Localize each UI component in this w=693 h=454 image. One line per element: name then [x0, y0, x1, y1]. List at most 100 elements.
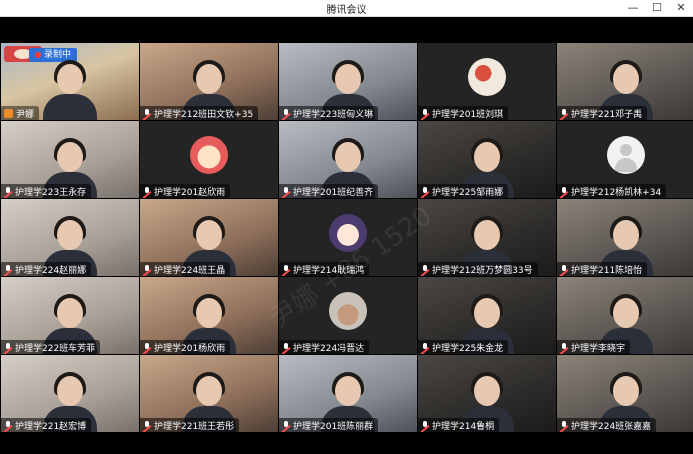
participant-name: 护理学214耿瑞鸿	[293, 265, 365, 276]
name-plate: 护理学212杨凯林+34	[557, 184, 667, 198]
mic-muted-icon	[421, 420, 429, 430]
mic-muted-icon	[282, 186, 290, 196]
participant-tile[interactable]: 护理学223王永存	[1, 121, 139, 198]
name-plate: 护理学201赵欣雨	[140, 184, 231, 198]
participant-name: 护理学225朱金龙	[432, 343, 504, 354]
participant-tile[interactable]: 护理学223班匈义琳	[279, 43, 417, 120]
name-plate: 护理学221班王若彤	[140, 418, 240, 432]
host-icon	[4, 108, 13, 118]
participant-name: 护理学李晓宇	[571, 343, 626, 354]
participant-name: 护理学201赵欣雨	[154, 187, 226, 198]
name-plate: 护理学224班王晶	[140, 262, 231, 276]
participant-name: 护理学201杨欣雨	[154, 343, 226, 354]
mic-muted-icon	[421, 186, 429, 196]
participant-tile[interactable]: 护理学201班刘琪	[418, 43, 556, 120]
participant-name: 护理学201班纪善齐	[293, 187, 374, 198]
name-plate: 护理学212班万梦圆33号	[418, 262, 538, 276]
participant-name: 护理学222班车芳菲	[15, 343, 96, 354]
name-plate: 护理学211陈培怡	[557, 262, 648, 276]
participant-name: 护理学223班匈义琳	[293, 109, 374, 120]
minimize-button[interactable]: —	[625, 1, 641, 15]
close-button[interactable]: ✕	[673, 1, 689, 15]
mic-muted-icon	[143, 108, 151, 118]
title-bar: 腾讯会议 — ☐ ✕	[0, 0, 693, 17]
name-plate: 护理学225邹雨娜	[418, 184, 509, 198]
name-plate: 护理学224赵丽娜	[1, 262, 92, 276]
participant-tile[interactable]: 护理学224冯晋达	[279, 277, 417, 354]
participant-tile[interactable]: 护理学214鲁桐	[418, 355, 556, 432]
participant-name: 护理学221班王若彤	[154, 421, 235, 432]
mic-muted-icon	[282, 264, 290, 274]
name-plate: 护理学201班陈丽群	[279, 418, 379, 432]
participant-tile[interactable]: 护理学214耿瑞鸿	[279, 199, 417, 276]
participant-name: 护理学221赵宏博	[15, 421, 87, 432]
participant-tile[interactable]: 护理学212班田文钦+35	[140, 43, 278, 120]
participant-name: 护理学201班刘琪	[432, 109, 504, 120]
participant-tile[interactable]: 护理学201班陈丽群	[279, 355, 417, 432]
name-plate: 护理学214耿瑞鸿	[279, 262, 370, 276]
name-plate: 护理学223班匈义琳	[279, 106, 379, 120]
name-plate: 护理学224冯晋达	[279, 340, 370, 354]
mic-muted-icon	[143, 264, 151, 274]
name-plate: 护理学201班刘琪	[418, 106, 509, 120]
mic-muted-icon	[143, 186, 151, 196]
participant-name: 护理学212班万梦圆33号	[432, 265, 533, 276]
name-plate: 护理学222班车芳菲	[1, 340, 101, 354]
name-plate: 护理学201班纪善齐	[279, 184, 379, 198]
name-plate: 护理学212班田文钦+35	[140, 106, 259, 120]
name-plate: 护理学225朱金龙	[418, 340, 509, 354]
window-controls: — ☐ ✕	[625, 1, 689, 15]
participant-name: 护理学224冯晋达	[293, 343, 365, 354]
participant-tile[interactable]: 护理学224赵丽娜	[1, 199, 139, 276]
mic-muted-icon	[282, 342, 290, 352]
name-plate: 护理学214鲁桐	[418, 418, 500, 432]
mic-muted-icon	[560, 186, 568, 196]
avatar	[329, 214, 367, 252]
name-plate: 护理学201杨欣雨	[140, 340, 231, 354]
participant-name: 护理学211陈培怡	[571, 265, 643, 276]
participant-tile[interactable]: 护理学201班纪善齐	[279, 121, 417, 198]
participant-name: 护理学224班张嘉嘉	[571, 421, 652, 432]
participant-tile[interactable]: 护理学221邓子禹	[557, 43, 693, 120]
mic-muted-icon	[282, 108, 290, 118]
mic-muted-icon	[421, 342, 429, 352]
participant-name: 护理学225邹雨娜	[432, 187, 504, 198]
participant-tile[interactable]: 护理学212班万梦圆33号	[418, 199, 556, 276]
participant-tile[interactable]: 护理学221班王若彤	[140, 355, 278, 432]
participant-tile[interactable]: 护理学212杨凯林+34	[557, 121, 693, 198]
participant-tile[interactable]: 护理学225邹雨娜	[418, 121, 556, 198]
meeting-stage: 录制中 尹娜 护理学212班田文钦+35 护理学223班匈义琳 护理学201班刘琪 护理学…	[0, 17, 693, 454]
avatar	[607, 136, 645, 174]
mic-muted-icon	[560, 264, 568, 274]
participant-tile[interactable]: 护理学224班王晶	[140, 199, 278, 276]
participant-tile[interactable]: 护理学224班张嘉嘉	[557, 355, 693, 432]
mic-muted-icon	[4, 342, 12, 352]
maximize-button[interactable]: ☐	[649, 1, 665, 15]
participant-tile[interactable]: 护理学201杨欣雨	[140, 277, 278, 354]
participant-tile[interactable]: 护理学225朱金龙	[418, 277, 556, 354]
participant-name: 护理学221邓子禹	[571, 109, 643, 120]
participant-tile[interactable]: 录制中 尹娜	[1, 43, 139, 120]
window-title: 腾讯会议	[326, 5, 367, 16]
mic-muted-icon	[143, 342, 151, 352]
record-dot-icon	[35, 52, 41, 58]
name-plate: 尹娜	[1, 106, 40, 120]
video-grid: 录制中 尹娜 护理学212班田文钦+35 护理学223班匈义琳 护理学201班刘琪 护理学…	[1, 43, 693, 451]
name-plate: 护理学李晓宇	[557, 340, 631, 354]
participant-tile[interactable]: 护理学221赵宏博	[1, 355, 139, 432]
avatar	[190, 136, 228, 174]
participant-tile[interactable]: 护理学211陈培怡	[557, 199, 693, 276]
participant-name: 护理学224赵丽娜	[15, 265, 87, 276]
participant-tile[interactable]: 护理学李晓宇	[557, 277, 693, 354]
mic-muted-icon	[4, 264, 12, 274]
participant-name: 护理学224班王晶	[154, 265, 226, 276]
name-plate: 护理学221邓子禹	[557, 106, 648, 120]
avatar	[468, 58, 506, 96]
mic-muted-icon	[143, 420, 151, 430]
mic-muted-icon	[4, 420, 12, 430]
mic-muted-icon	[560, 420, 568, 430]
mic-muted-icon	[421, 108, 429, 118]
participant-tile[interactable]: 护理学201赵欣雨	[140, 121, 278, 198]
participant-tile[interactable]: 护理学222班车芳菲	[1, 277, 139, 354]
mic-muted-icon	[421, 264, 429, 274]
